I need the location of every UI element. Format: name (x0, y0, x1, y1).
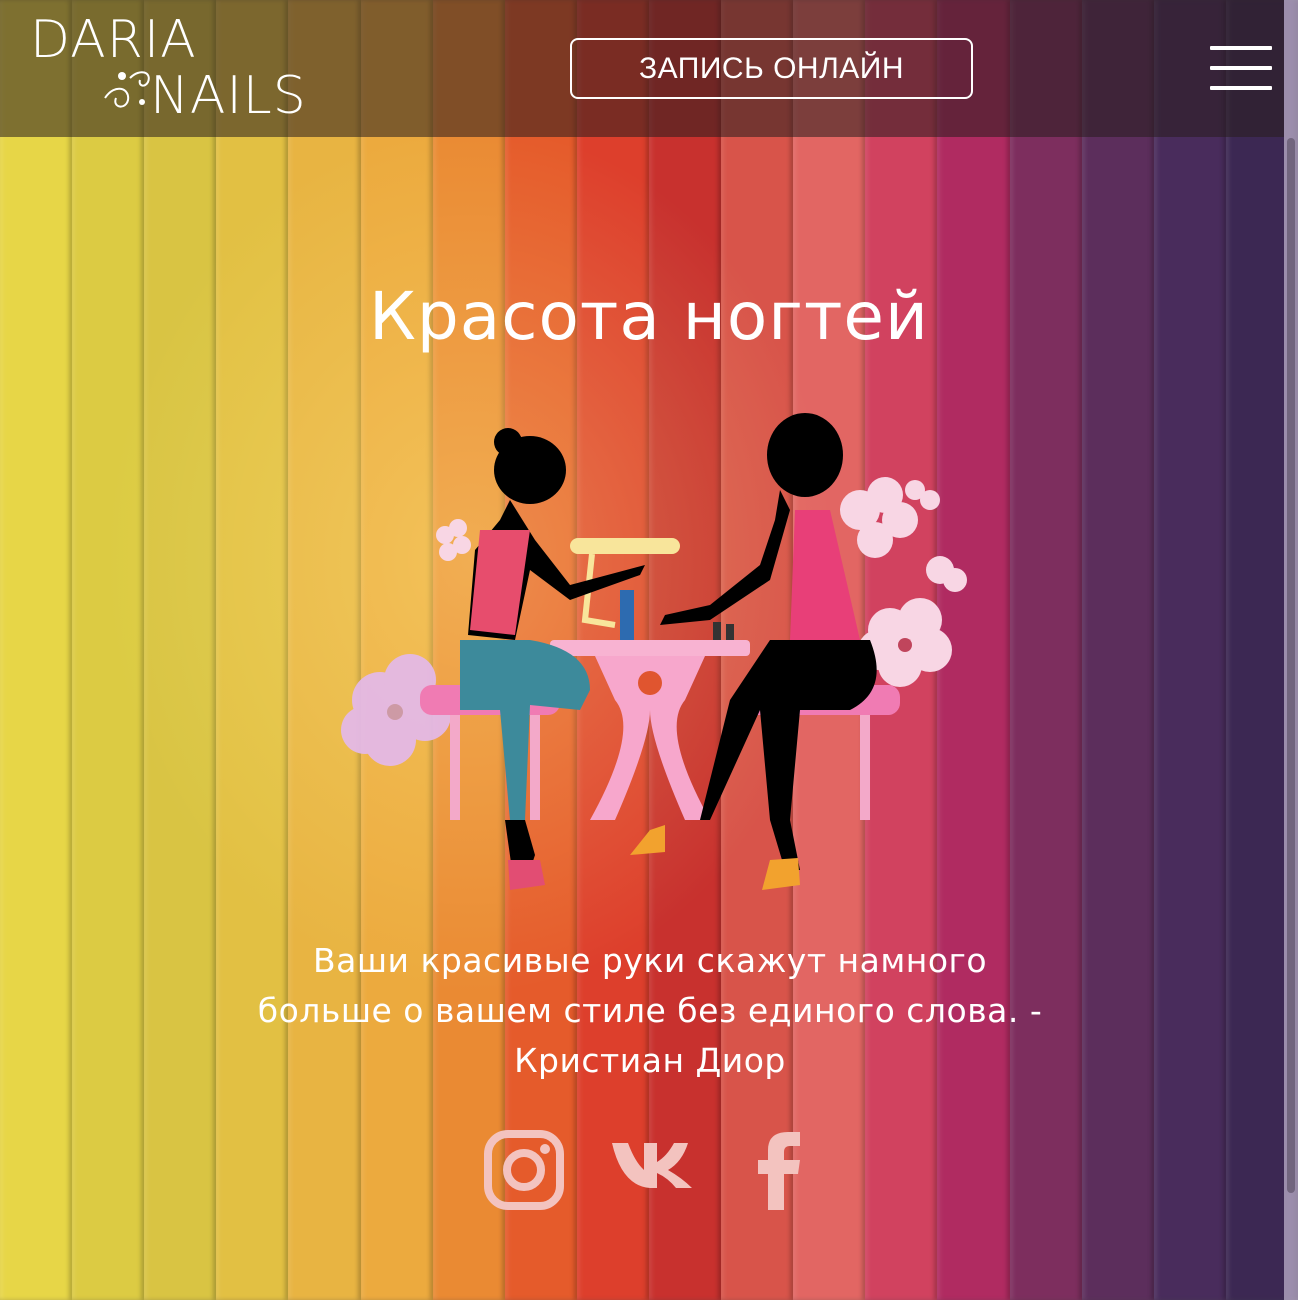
background-stripe (1081, 0, 1154, 1300)
scrollbar[interactable] (1284, 0, 1298, 1300)
background-stripe (0, 0, 73, 1300)
hamburger-icon[interactable] (1210, 44, 1272, 94)
facebook-icon[interactable] (754, 1130, 804, 1210)
brand-line-2: NAILS (150, 66, 307, 126)
social-links (484, 1130, 814, 1210)
background-stripe (1153, 0, 1226, 1300)
hero-title: Красота ногтей (369, 278, 929, 355)
brand-logo[interactable]: DARIA NAILS (30, 8, 340, 128)
background-stripe (72, 0, 145, 1300)
scrollbar-thumb[interactable] (1287, 138, 1295, 1193)
background-stripe (144, 0, 217, 1300)
site-header: DARIA NAILS ЗАПИСЬ ОНЛАЙН (0, 0, 1284, 137)
vk-icon[interactable] (612, 1140, 694, 1190)
book-online-button[interactable]: ЗАПИСЬ ОНЛАЙН (570, 38, 973, 99)
flower-icon (436, 519, 471, 561)
manicure-illustration (341, 413, 967, 890)
instagram-icon[interactable] (484, 1130, 564, 1210)
background-stripe (1009, 0, 1082, 1300)
hero-quote: Ваши красивые руки скажут намного больше… (257, 941, 1043, 1080)
background-stripe (216, 0, 289, 1300)
flower-icon (840, 477, 967, 592)
